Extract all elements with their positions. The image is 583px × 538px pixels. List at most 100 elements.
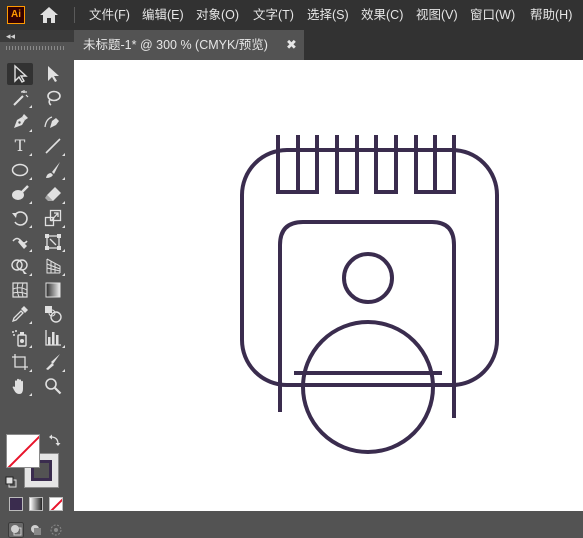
- none-slash-icon: [50, 498, 62, 510]
- none-mode-button[interactable]: [49, 497, 63, 511]
- pen-tool[interactable]: [7, 111, 33, 133]
- shape-builder-tool[interactable]: [7, 255, 33, 277]
- top-comb-teeth[interactable]: [276, 135, 456, 194]
- line-segment-tool[interactable]: [40, 135, 66, 157]
- perspective-grid-icon: [46, 258, 61, 274]
- app-logo[interactable]: Ai: [7, 6, 25, 24]
- menu-type[interactable]: 文字(T): [253, 0, 294, 30]
- document-tab[interactable]: 未标题-1* @ 300 % (CMYK/预览) ✖: [74, 30, 304, 60]
- menu-window[interactable]: 窗口(W): [470, 0, 515, 30]
- flyout-indicator: [62, 153, 65, 156]
- blob-brush-tool[interactable]: [7, 183, 33, 205]
- type-tool[interactable]: T: [7, 135, 33, 157]
- eyedropper-tool[interactable]: [7, 303, 33, 325]
- flyout-indicator: [62, 273, 65, 276]
- selection-arrow-icon: [14, 64, 28, 83]
- flyout-indicator: [29, 153, 32, 156]
- home-icon[interactable]: [39, 6, 59, 24]
- document-canvas[interactable]: [74, 60, 583, 511]
- scale-icon: [44, 209, 62, 227]
- hand-tool[interactable]: [7, 375, 33, 397]
- menu-edit[interactable]: 编辑(E): [142, 0, 184, 30]
- slice-tool[interactable]: [40, 351, 66, 373]
- inner-frame[interactable]: [278, 220, 456, 418]
- menu-effect[interactable]: 效果(C): [361, 0, 403, 30]
- free-transform-icon: [45, 234, 61, 250]
- zoom-tool[interactable]: [40, 375, 66, 397]
- collapse-panel-button[interactable]: ◂◂: [0, 30, 74, 42]
- scale-tool[interactable]: [40, 207, 66, 229]
- menu-file[interactable]: 文件(F): [89, 0, 130, 30]
- selection-tool[interactable]: [7, 63, 33, 85]
- fill-color-swatch[interactable]: [6, 434, 40, 468]
- menu-view[interactable]: 视图(V): [416, 0, 458, 30]
- mesh-tool[interactable]: [7, 279, 33, 301]
- artboard-icon: [12, 354, 28, 370]
- curvature-tool[interactable]: [40, 111, 66, 133]
- symbol-sprayer-tool[interactable]: [7, 327, 33, 349]
- menu-separator: [74, 7, 75, 23]
- perspective-grid-tool[interactable]: [40, 255, 66, 277]
- menu-bar: Ai 文件(F) 编辑(E) 对象(O) 文字(T) 选择(S) 效果(C) 视…: [0, 0, 583, 30]
- eraser-icon: [45, 187, 61, 201]
- flyout-indicator: [29, 393, 32, 396]
- column-graph-icon: [45, 330, 61, 346]
- gradient-icon: [45, 282, 61, 298]
- blob-brush-icon: [12, 185, 29, 200]
- head-circle[interactable]: [342, 252, 394, 304]
- draw-normal-icon[interactable]: [8, 522, 24, 538]
- gradient-mode-button[interactable]: [29, 497, 43, 511]
- draw-inside-icon[interactable]: [48, 522, 64, 538]
- flyout-indicator: [62, 225, 65, 228]
- warp-icon: [12, 237, 28, 249]
- flyout-indicator: [29, 273, 32, 276]
- gradient-tool[interactable]: [40, 279, 66, 301]
- ellipse-icon: [11, 163, 29, 177]
- type-icon: T: [14, 136, 26, 155]
- slice-knife-icon: [46, 354, 60, 370]
- lasso-icon: [47, 90, 61, 106]
- no-fill-slash-icon: [7, 435, 39, 467]
- menu-help[interactable]: 帮助(H): [530, 0, 572, 30]
- ellipse-tool[interactable]: [7, 159, 33, 181]
- menu-select[interactable]: 选择(S): [307, 0, 349, 30]
- panel-grip[interactable]: [6, 46, 66, 50]
- shape-builder-icon: [11, 259, 28, 274]
- flyout-indicator: [29, 321, 32, 324]
- warp-tool[interactable]: [7, 231, 33, 253]
- blend-tool[interactable]: [40, 303, 66, 325]
- swap-fill-stroke-icon[interactable]: [48, 434, 62, 448]
- rotate-icon: [12, 211, 28, 226]
- free-transform-tool[interactable]: [40, 231, 66, 253]
- pen-icon: [14, 114, 28, 128]
- flyout-indicator: [62, 249, 65, 252]
- flyout-indicator: [29, 345, 32, 348]
- artwork[interactable]: [74, 60, 583, 511]
- eraser-tool[interactable]: [40, 183, 66, 205]
- document-tab-bar: 未标题-1* @ 300 % (CMYK/预览) ✖: [74, 30, 583, 60]
- flyout-indicator: [29, 105, 32, 108]
- lasso-tool[interactable]: [40, 87, 66, 109]
- curvature-pen-icon: [44, 116, 59, 128]
- hand-icon: [12, 378, 23, 394]
- direct-selection-tool[interactable]: [40, 63, 66, 85]
- zoom-magnifier-icon: [45, 378, 62, 395]
- rotate-tool[interactable]: [7, 207, 33, 229]
- paintbrush-tool[interactable]: [40, 159, 66, 181]
- line-segment-icon: [45, 138, 61, 154]
- flyout-indicator: [29, 369, 32, 372]
- default-fill-stroke-icon[interactable]: [5, 476, 17, 488]
- blend-icon: [45, 306, 62, 323]
- magic-wand-tool[interactable]: [7, 87, 33, 109]
- artboard-tool[interactable]: [7, 351, 33, 373]
- draw-behind-icon[interactable]: [28, 522, 44, 538]
- direct-selection-arrow-icon: [48, 66, 59, 82]
- mesh-icon: [12, 282, 28, 298]
- column-graph-tool[interactable]: [40, 327, 66, 349]
- color-mode-button[interactable]: [9, 497, 23, 511]
- menu-object[interactable]: 对象(O): [196, 0, 239, 30]
- close-tab-icon[interactable]: ✖: [286, 30, 297, 60]
- eyedropper-icon: [11, 306, 28, 323]
- tools-panel: ◂◂ T: [0, 30, 74, 538]
- flyout-indicator: [62, 201, 65, 204]
